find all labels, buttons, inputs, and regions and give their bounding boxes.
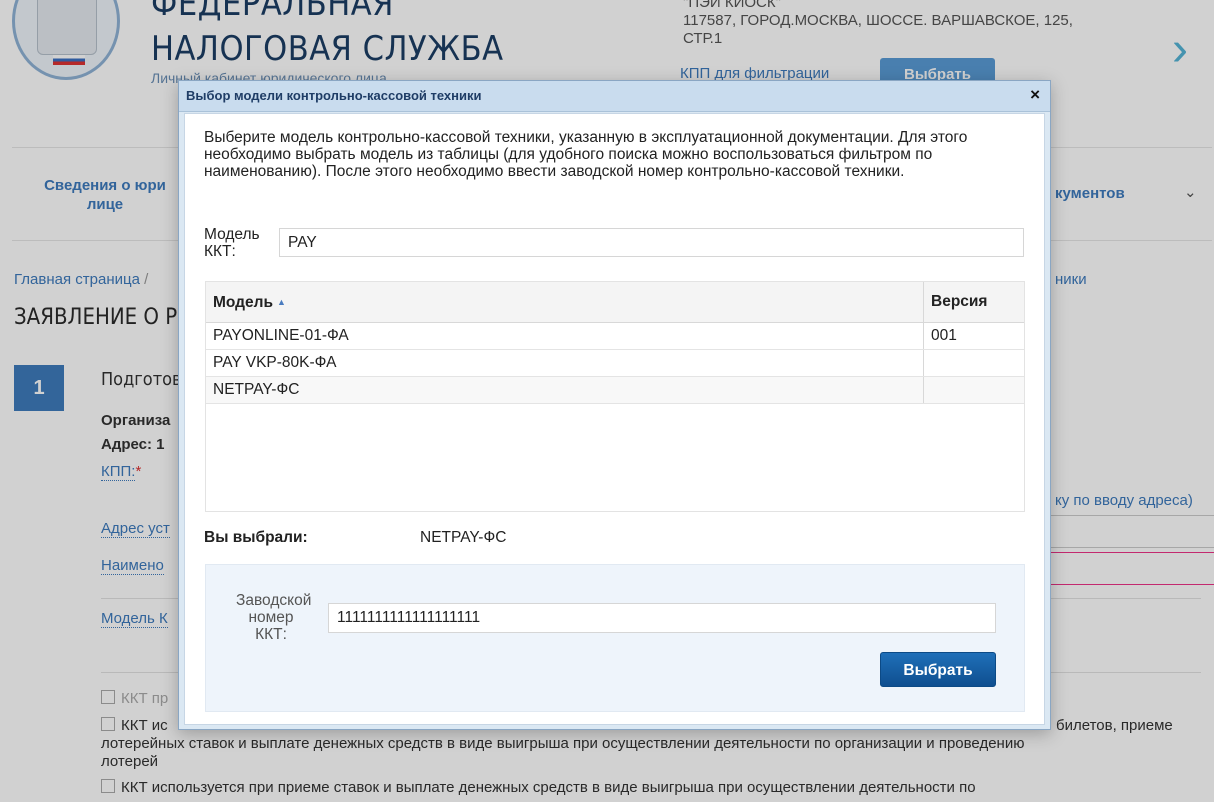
dialog-title: Выбор модели контрольно-кассовой техники [186,88,482,103]
table-row[interactable]: PAY VKP-80K-ФА [206,350,1024,377]
close-icon[interactable]: × [1030,85,1040,105]
column-header-model-label: Модель [213,294,274,311]
column-header-version[interactable]: Версия [924,282,1024,322]
column-header-model[interactable]: Модель ▲ [206,282,924,322]
selected-model-value: NETPAY-ФС [420,529,507,546]
dialog-instructions: Выберите модель контрольно-кассовой техн… [204,129,968,180]
kkt-model-select-dialog: Выбор модели контрольно-кассовой техники… [178,80,1051,730]
cell-version [924,350,1024,376]
model-filter-label: Модель ККТ: [204,226,260,260]
cell-model: PAYONLINE-01-ФА [206,323,924,349]
cell-model: PAY VKP-80K-ФА [206,350,924,376]
selected-model-label: Вы выбрали: [204,529,308,546]
table-row[interactable]: PAYONLINE-01-ФА 001 [206,323,1024,350]
cell-version: 001 [931,327,957,344]
table-row[interactable]: NETPAY-ФС [206,377,1024,404]
kkt-models-table: Модель ▲ Версия PAYONLINE-01-ФА 001 PAY V… [205,281,1025,512]
dialog-body: Выберите модель контрольно-кассовой техн… [184,113,1045,725]
sort-ascending-icon: ▲ [277,297,286,307]
serial-number-panel: Заводской номер ККТ: Выбрать [205,564,1025,712]
table-header: Модель ▲ Версия [206,282,1024,323]
serial-number-input[interactable] [328,603,996,633]
model-filter-input[interactable] [279,228,1024,257]
serial-number-label: Заводской номер ККТ: [236,592,312,643]
select-model-button[interactable]: Выбрать [880,652,996,687]
cell-model: NETPAY-ФС [206,377,924,403]
table-empty-area [206,404,1024,511]
dialog-header: Выбор модели контрольно-кассовой техники… [179,81,1050,112]
cell-version [924,377,1024,403]
